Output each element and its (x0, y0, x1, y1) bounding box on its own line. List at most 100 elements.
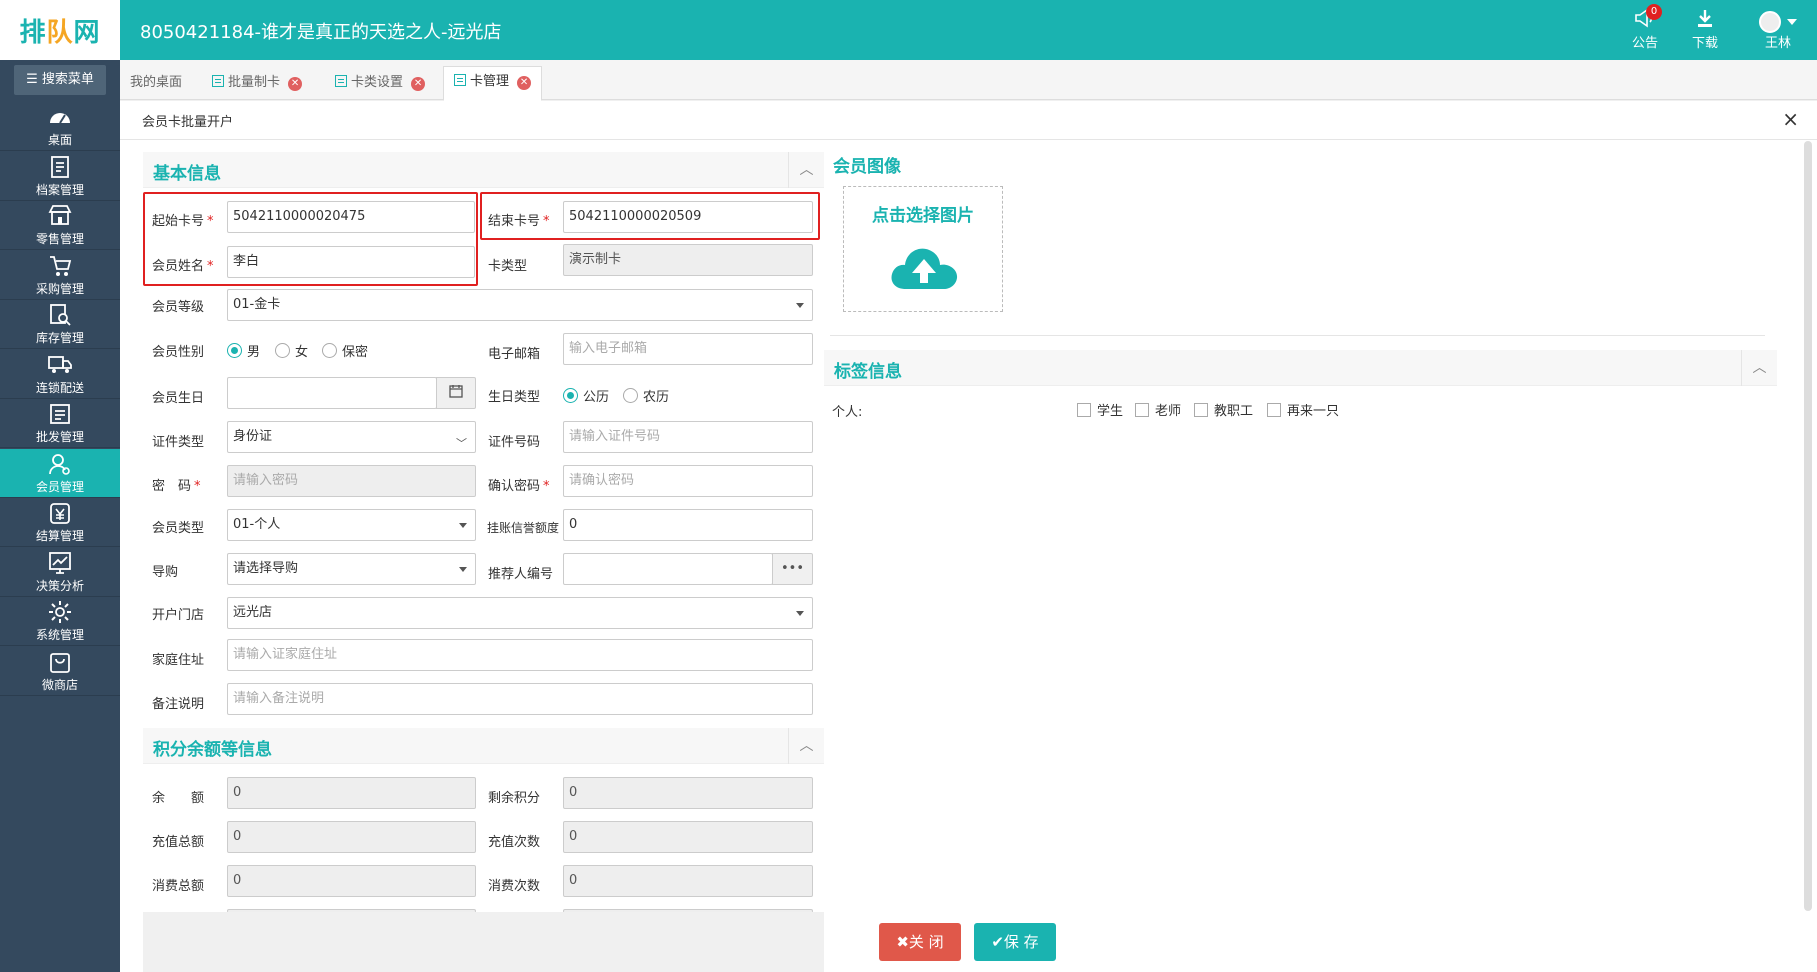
chevron-down-icon (1787, 18, 1797, 25)
tag-checkbox-staff[interactable]: 教职工 (1194, 400, 1253, 419)
birth-type-radio-lunar[interactable]: 农历 (623, 386, 669, 405)
referrer-input[interactable] (563, 553, 773, 585)
confirm-password-input[interactable]: 请确认密码 (563, 465, 813, 497)
tab-close-icon[interactable]: ✕ (517, 76, 532, 90)
sidebar-item-yen[interactable]: 结算管理 (0, 498, 120, 547)
balance-label: 余 额 (152, 791, 205, 806)
tab-bar: 我的桌面 批量制卡 ✕ 卡类设置 ✕ 卡管理 ✕ (120, 60, 1817, 101)
close-icon[interactable]: × (1782, 107, 1799, 131)
id-no-input[interactable]: 请输入证件号码 (563, 421, 813, 453)
email-input[interactable]: 输入电子邮箱 (563, 333, 813, 365)
calendar-icon[interactable] (436, 377, 476, 409)
chevron-up-icon[interactable]: ︿ (788, 728, 824, 764)
truck-icon (47, 353, 73, 379)
store-select[interactable]: 远光店 (227, 597, 813, 629)
member-type-label: 会员类型 (152, 521, 205, 536)
top-header: 排队网 8050421184-谁才是真正的天选之人-远光店 0 公告 下载 王林 (0, 0, 1817, 60)
sidebar-item-label: 零售管理 (35, 232, 84, 246)
logo-part-2: 队 (46, 17, 74, 48)
download-icon (1680, 8, 1730, 32)
sidebar-item-gear[interactable]: 系统管理 (0, 597, 120, 646)
confirm-password-label: 确认密码 * (488, 479, 550, 494)
remark-input[interactable]: 请输入备注说明 (227, 683, 813, 715)
sidebar-item-bag[interactable]: 微商店 (0, 647, 120, 696)
sidebar-item-label: 库存管理 (35, 331, 84, 345)
birthday-label: 会员生日 (152, 391, 205, 406)
guide-select[interactable]: 请选择导购 (227, 553, 476, 585)
sidebar-item-dashboard[interactable]: 桌面 (0, 102, 120, 151)
recharge-count-label: 充值次数 (488, 835, 541, 850)
megaphone-icon (1620, 8, 1670, 32)
search-menu-button[interactable]: ☰ 搜索菜单 (14, 65, 106, 95)
caret-down-icon (796, 303, 804, 308)
sidebar-item-label: 会员管理 (35, 479, 84, 494)
tab-close-icon[interactable]: ✕ (411, 77, 426, 91)
tab-doc-icon (335, 75, 347, 87)
recharge-total-label: 充值总额 (152, 835, 205, 850)
sidebar-item-cart[interactable]: 采购管理 (0, 251, 120, 300)
gender-radio-male[interactable]: 男 (227, 341, 260, 360)
wholesale-icon (47, 402, 73, 428)
tab-card-type[interactable]: 卡类设置 ✕ (325, 68, 435, 100)
chevron-up-icon[interactable]: ︿ (788, 152, 824, 188)
sidebar-item-member[interactable]: 会员管理 (0, 448, 120, 498)
check-icon: ✔ (991, 933, 1004, 951)
x-icon: ✖ (896, 933, 909, 951)
sidebar-item-label: 微商店 (41, 677, 78, 692)
sidebar-item-label: 批发管理 (35, 430, 84, 444)
cloud-upload-icon (891, 248, 958, 289)
highlight-box-right (480, 192, 820, 240)
store-label: 开户门店 (152, 608, 205, 623)
birth-type-radio-solar[interactable]: 公历 (563, 386, 609, 405)
more-button[interactable]: ••• (772, 553, 813, 585)
section-title: 标签信息 (834, 362, 902, 382)
sidebar-item-wholesale[interactable]: 批发管理 (0, 399, 120, 448)
password-label: 密 码 * (152, 479, 201, 494)
sidebar-item-analysis[interactable]: 决策分析 (0, 548, 120, 597)
basic-info-header: 基本信息 ︿ (143, 152, 824, 188)
sidebar-item-store[interactable]: 零售管理 (0, 201, 120, 250)
password-input[interactable]: 请输入密码 (227, 465, 476, 497)
credit-input[interactable]: 0 (563, 509, 813, 541)
download-button[interactable]: 下载 (1680, 8, 1730, 52)
member-level-select[interactable]: 01-金卡 (227, 289, 813, 321)
menu-search-icon: ☰ (26, 72, 42, 87)
announce-button[interactable]: 0 公告 (1620, 4, 1670, 52)
gear-icon (47, 600, 73, 626)
member-type-select[interactable]: 01-个人 (227, 509, 476, 541)
analysis-icon (47, 551, 73, 577)
referrer-label: 推荐人编号 (488, 567, 554, 582)
store-icon (47, 204, 73, 230)
user-menu[interactable]: 王林 (1748, 8, 1808, 52)
close-button[interactable]: ✖关 闭 (879, 923, 961, 961)
caret-down-icon (796, 611, 804, 616)
tab-doc-icon (454, 74, 466, 86)
points-input: 0 (563, 777, 813, 809)
upload-image-button[interactable]: 点击选择图片 (843, 186, 1003, 312)
tab-close-icon[interactable]: ✕ (288, 77, 303, 91)
balance-info-header: 积分余额等信息 ︿ (143, 728, 824, 764)
sidebar-item-label: 连锁配送 (35, 380, 84, 395)
logo[interactable]: 排队网 (0, 0, 120, 60)
sidebar: ☰ 搜索菜单 桌面 档案管理零售管理采购管理库存管理连锁配送批发管理会员管理结算管… (0, 60, 120, 972)
announce-label: 公告 (1631, 36, 1658, 51)
tab-card-manage[interactable]: 卡管理 ✕ (443, 66, 543, 101)
section-title: 基本信息 (153, 164, 221, 184)
gender-radio-secret[interactable]: 保密 (322, 341, 368, 360)
sidebar-item-truck[interactable]: 连锁配送 (0, 350, 120, 399)
scrollbar[interactable] (1804, 141, 1812, 911)
tag-checkbox-teacher[interactable]: 老师 (1135, 400, 1181, 419)
chevron-up-icon[interactable]: ︿ (1741, 350, 1777, 386)
points-label: 剩余积分 (488, 791, 541, 806)
address-input[interactable]: 请输入证家庭住址 (227, 639, 813, 671)
tag-checkbox-student[interactable]: 学生 (1077, 400, 1123, 419)
tab-batch-card[interactable]: 批量制卡 ✕ (202, 68, 312, 100)
sidebar-item-archive[interactable]: 档案管理 (0, 152, 120, 201)
gender-radio-female[interactable]: 女 (275, 341, 308, 360)
tag-checkbox-another[interactable]: 再来一只 (1267, 400, 1339, 419)
save-button[interactable]: ✔保 存 (974, 923, 1056, 961)
id-type-select[interactable]: 身份证 ﹀ (227, 421, 476, 453)
birthday-input[interactable] (227, 377, 437, 409)
tab-desktop[interactable]: 我的桌面 (120, 68, 192, 100)
sidebar-item-inventory[interactable]: 库存管理 (0, 300, 120, 349)
